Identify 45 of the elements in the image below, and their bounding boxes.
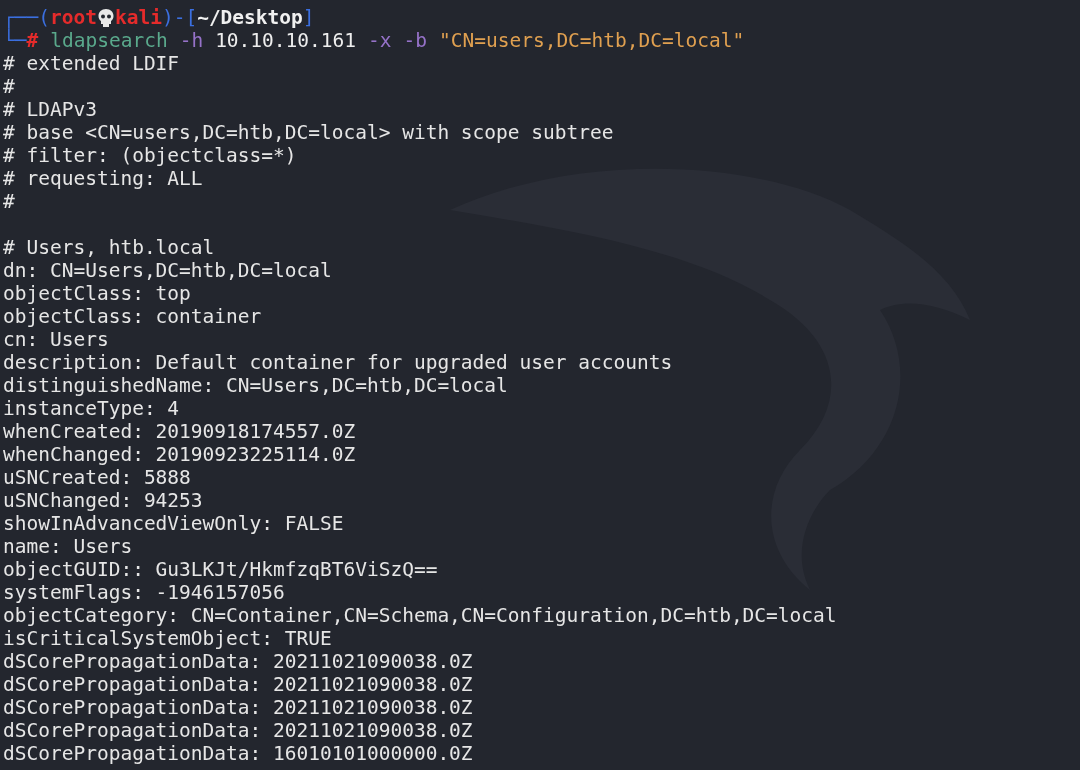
command-flag-text: -b	[403, 29, 427, 52]
output-line: description: Default container for upgraded user accounts	[3, 351, 673, 374]
output-line: isCriticalSystemObject: TRUE	[3, 627, 332, 650]
output-line: whenCreated: 20190918174557.0Z	[3, 420, 356, 443]
output-line: objectClass: top	[3, 282, 191, 305]
output-line: # Users, htb.local	[3, 236, 215, 259]
output-line: showInAdvancedViewOnly: FALSE	[3, 512, 344, 535]
command-flag-text: -x	[368, 29, 392, 52]
command-string-text: "CN=users,DC=htb,DC=local"	[439, 29, 745, 52]
prompt-frame: ┌──(	[3, 6, 50, 29]
output-line: #	[3, 190, 15, 213]
output-line: # base <CN=users,DC=htb,DC=local> with scope subtree	[3, 121, 614, 144]
output-line: uSNCreated: 5888	[3, 466, 191, 489]
prompt-frame: ]	[302, 6, 315, 29]
output-line: uSNChanged: 94253	[3, 489, 203, 512]
output-line: #	[3, 75, 15, 98]
prompt-frame: )-[	[161, 6, 198, 29]
output-line: dSCorePropagationData: 20211021090038.0Z	[3, 719, 473, 742]
output-line: whenChanged: 20190923225114.0Z	[3, 443, 356, 466]
output-line: systemFlags: -1946157056	[3, 581, 285, 604]
prompt-host: kali	[114, 6, 162, 29]
output-line: # requesting: ALL	[3, 167, 203, 190]
prompt-user: root	[49, 6, 97, 29]
output-line: cn: Users	[3, 328, 109, 351]
output-line: dSCorePropagationData: 20211021090038.0Z	[3, 673, 473, 696]
output-line: objectGUID:: Gu3LKJt/HkmfzqBT6ViSzQ==	[3, 558, 438, 581]
output-line: instanceType: 4	[3, 397, 180, 420]
command-flag-text: -h	[179, 29, 204, 52]
output-line: objectClass: container	[3, 305, 262, 328]
output-line: dSCorePropagationData: 20211021090038.0Z	[3, 650, 473, 673]
output-line: name: Users	[3, 535, 133, 558]
prompt-path: ~/Desktop	[197, 6, 303, 29]
output-line: # extended LDIF	[3, 52, 180, 75]
output-line: dSCorePropagationData: 20211021090038.0Z	[3, 696, 473, 719]
output-line: objectCategory: CN=Container,CN=Schema,CN=Configuration,DC=htb,DC=local	[3, 604, 837, 627]
output-line: dn: CN=Users,DC=htb,DC=local	[3, 259, 332, 282]
prompt-frame: └─	[3, 29, 27, 52]
prompt-symbol: #	[26, 29, 39, 52]
command-arg-text: 10.10.10.161	[215, 29, 356, 52]
command-program-text: ldapsearch	[50, 29, 168, 52]
output-line: # filter: (objectclass=*)	[3, 144, 297, 167]
output-line: # LDAPv3	[3, 98, 97, 121]
output-line: dSCorePropagationData: 16010101000000.0Z	[3, 742, 473, 765]
output-line: distinguishedName: CN=Users,DC=htb,DC=local	[3, 374, 508, 397]
skull-icon	[96, 7, 115, 28]
